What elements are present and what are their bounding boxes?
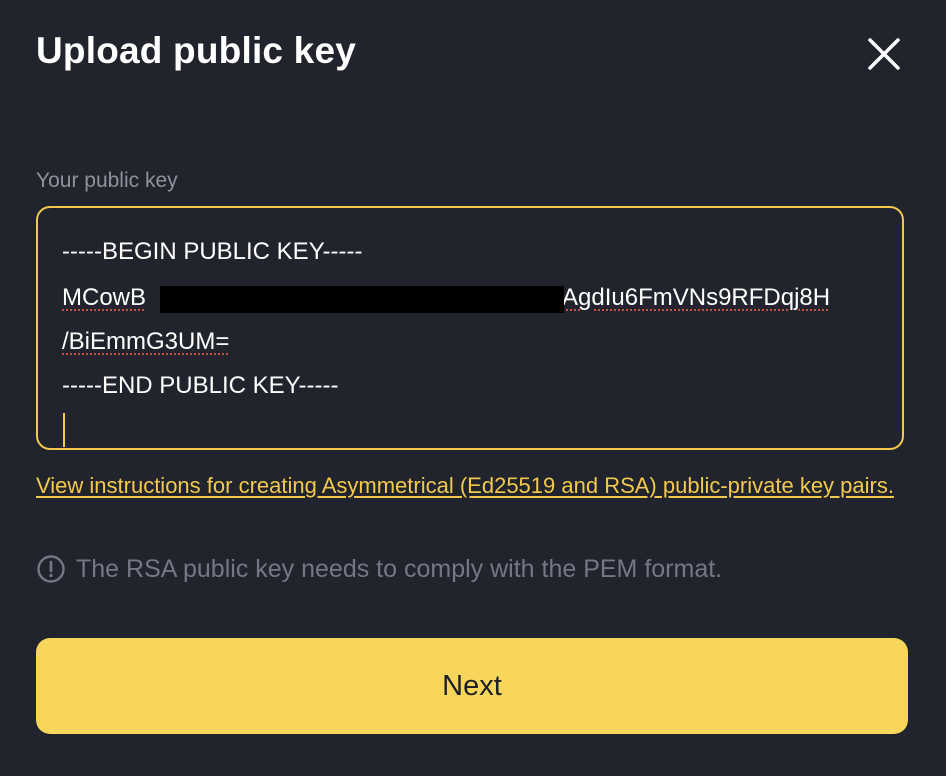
close-button[interactable]: [862, 32, 906, 76]
key-data-end: JAgdIu6FmVNs9RFDqj8H: [550, 284, 831, 311]
dialog-title: Upload public key: [36, 30, 357, 71]
key-data-start: MCowB: [62, 284, 147, 311]
next-button-label: Next: [442, 669, 502, 702]
pem-format-note: The RSA public key needs to comply with …: [36, 554, 722, 584]
info-circle-icon: [37, 555, 65, 583]
redaction-block: [160, 286, 564, 313]
key-data-tail: /BiEmmG3UM=: [62, 328, 230, 355]
public-key-textarea[interactable]: -----BEGIN PUBLIC KEY----- MCowB JAgdIu6F…: [36, 206, 904, 450]
close-icon: [868, 38, 900, 70]
key-data-line-2: /BiEmmG3UM=: [62, 328, 229, 356]
public-key-label: Your public key: [36, 169, 178, 192]
text-cursor: [63, 413, 65, 447]
note-text: The RSA public key needs to comply with …: [76, 554, 723, 583]
next-button[interactable]: Next: [36, 638, 908, 734]
key-end-line: -----END PUBLIC KEY-----: [62, 372, 339, 399]
instructions-link[interactable]: View instructions for creating Asymmetri…: [36, 462, 916, 510]
key-begin-line: -----BEGIN PUBLIC KEY-----: [62, 238, 363, 265]
